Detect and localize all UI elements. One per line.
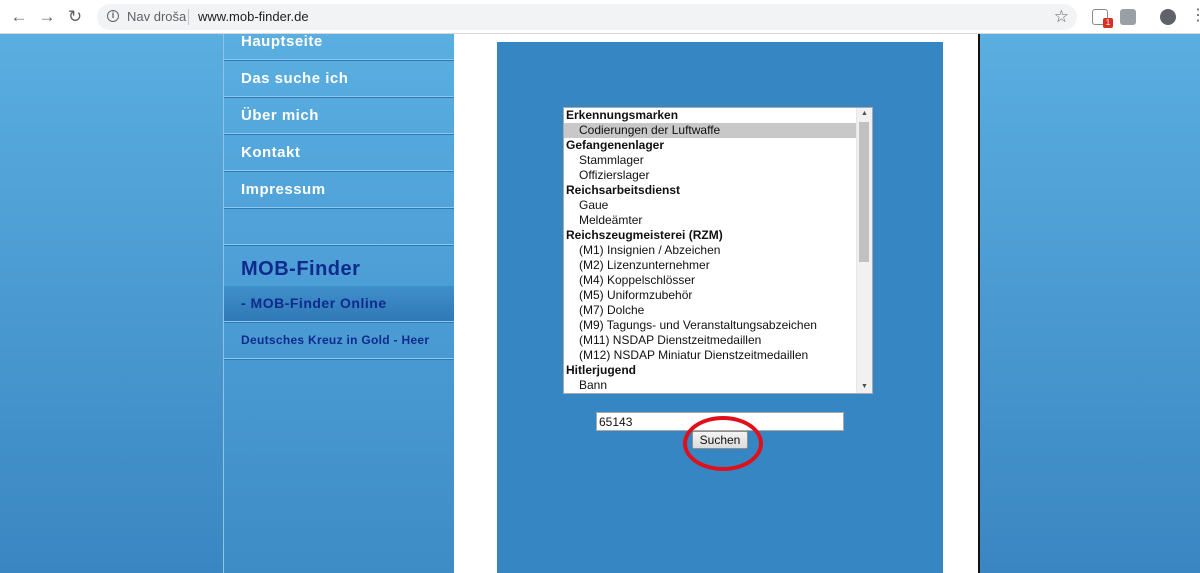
sidebar-link-deutsches-kreuz[interactable]: Deutsches Kreuz in Gold - Heer (224, 323, 454, 360)
sidebar-item-das-suche-ich[interactable]: Das suche ich (224, 61, 454, 98)
category-listbox[interactable]: Erkennungsmarken Codierungen der Luftwaff… (563, 107, 873, 394)
info-icon[interactable]: i (107, 10, 119, 22)
sidebar-link-mob-finder-online[interactable]: - MOB-Finder Online (224, 286, 454, 323)
scroll-thumb[interactable] (859, 122, 869, 262)
sidebar-item-impressum[interactable]: Impressum (224, 172, 454, 209)
listbox-scrollbar[interactable]: ▲ ▼ (856, 108, 872, 393)
scroll-down-arrow-icon[interactable]: ▼ (857, 381, 872, 393)
listbox-option[interactable]: (M5) Uniformzubehör (564, 288, 858, 303)
sidebar-link-label: - MOB-Finder Online (241, 295, 387, 311)
bookmark-star-icon[interactable]: ☆ (1054, 7, 1069, 27)
extension-icon[interactable] (1120, 9, 1136, 25)
scroll-up-arrow-icon[interactable]: ▲ (857, 108, 872, 120)
sidebar-item-kontakt[interactable]: Kontakt (224, 135, 454, 172)
listbox-option[interactable]: (M12) NSDAP Miniatur Dienstzeitmedaillen (564, 348, 858, 363)
search-input[interactable] (596, 412, 844, 431)
back-arrow-icon[interactable]: ← (8, 6, 30, 28)
sidebar-spacer (224, 209, 454, 246)
sidebar-item-label: Impressum (241, 181, 326, 198)
listbox-option[interactable]: (M7) Dolche (564, 303, 858, 318)
listbox-option[interactable]: Meldeämter (564, 213, 858, 228)
listbox-group-label: Reichsarbeitsdienst (566, 183, 681, 197)
category-options: Erkennungsmarken Codierungen der Luftwaff… (564, 108, 858, 393)
listbox-option[interactable]: (M11) NSDAP Dienstzeitmedaillen (564, 333, 858, 348)
browser-toolbar: ← → ↻ i Nav droša www.mob-finder.de ☆ 1 … (0, 0, 1200, 34)
sidebar-item-label: Über mich (241, 107, 319, 124)
listbox-option[interactable]: Gaue (564, 198, 858, 213)
sidebar-item-label: Kontakt (241, 144, 301, 161)
sidebar-link-label: Deutsches Kreuz in Gold - Heer (241, 333, 430, 347)
sidebar-item-label: Hauptseite (241, 33, 323, 50)
url-text[interactable]: www.mob-finder.de (198, 9, 309, 24)
menu-dots-icon[interactable]: ⋮ (1190, 8, 1200, 24)
listbox-option[interactable]: (M4) Koppelschlösser (564, 273, 858, 288)
listbox-option[interactable]: Offizierslager (564, 168, 858, 183)
page-background-right (979, 34, 1200, 573)
listbox-option[interactable]: (M2) Lizenzunternehmer (564, 258, 858, 273)
url-separator (188, 9, 189, 25)
sidebar-item-hauptseite[interactable]: Hauptseite (224, 24, 454, 61)
listbox-option[interactable]: Codierungen der Luftwaffe (564, 123, 858, 138)
sidebar-section-title: MOB-Finder (241, 258, 361, 280)
listbox-option[interactable]: (M9) Tagungs- und Veranstaltungsabzeiche… (564, 318, 858, 333)
listbox-group-label: Reichszeugmeisterei (RZM) (566, 228, 723, 242)
listbox-group-label: Erkennungsmarken (566, 108, 679, 122)
extension-badge: 1 (1103, 18, 1113, 28)
search-button[interactable]: Suchen (692, 431, 748, 449)
listbox-option[interactable]: (M1) Insignien / Abzeichen (564, 243, 858, 258)
listbox-group-label: Hitlerjugend (566, 363, 637, 377)
reload-icon[interactable]: ↻ (64, 6, 86, 28)
not-secure-label: Nav droša (127, 9, 187, 24)
listbox-group-label: Gefangenenlager (566, 138, 665, 152)
listbox-option[interactable]: Bann (564, 378, 858, 393)
sidebar-item-ueber-mich[interactable]: Über mich (224, 98, 454, 135)
sidebar-item-label: Das suche ich (241, 70, 349, 87)
listbox-option[interactable]: Stammlager (564, 153, 858, 168)
sidebar: Hauptseite Das suche ich Über mich Konta… (223, 33, 455, 573)
profile-avatar-icon[interactable] (1160, 9, 1176, 25)
page-background-left (0, 34, 224, 573)
forward-arrow-icon[interactable]: → (36, 6, 58, 28)
